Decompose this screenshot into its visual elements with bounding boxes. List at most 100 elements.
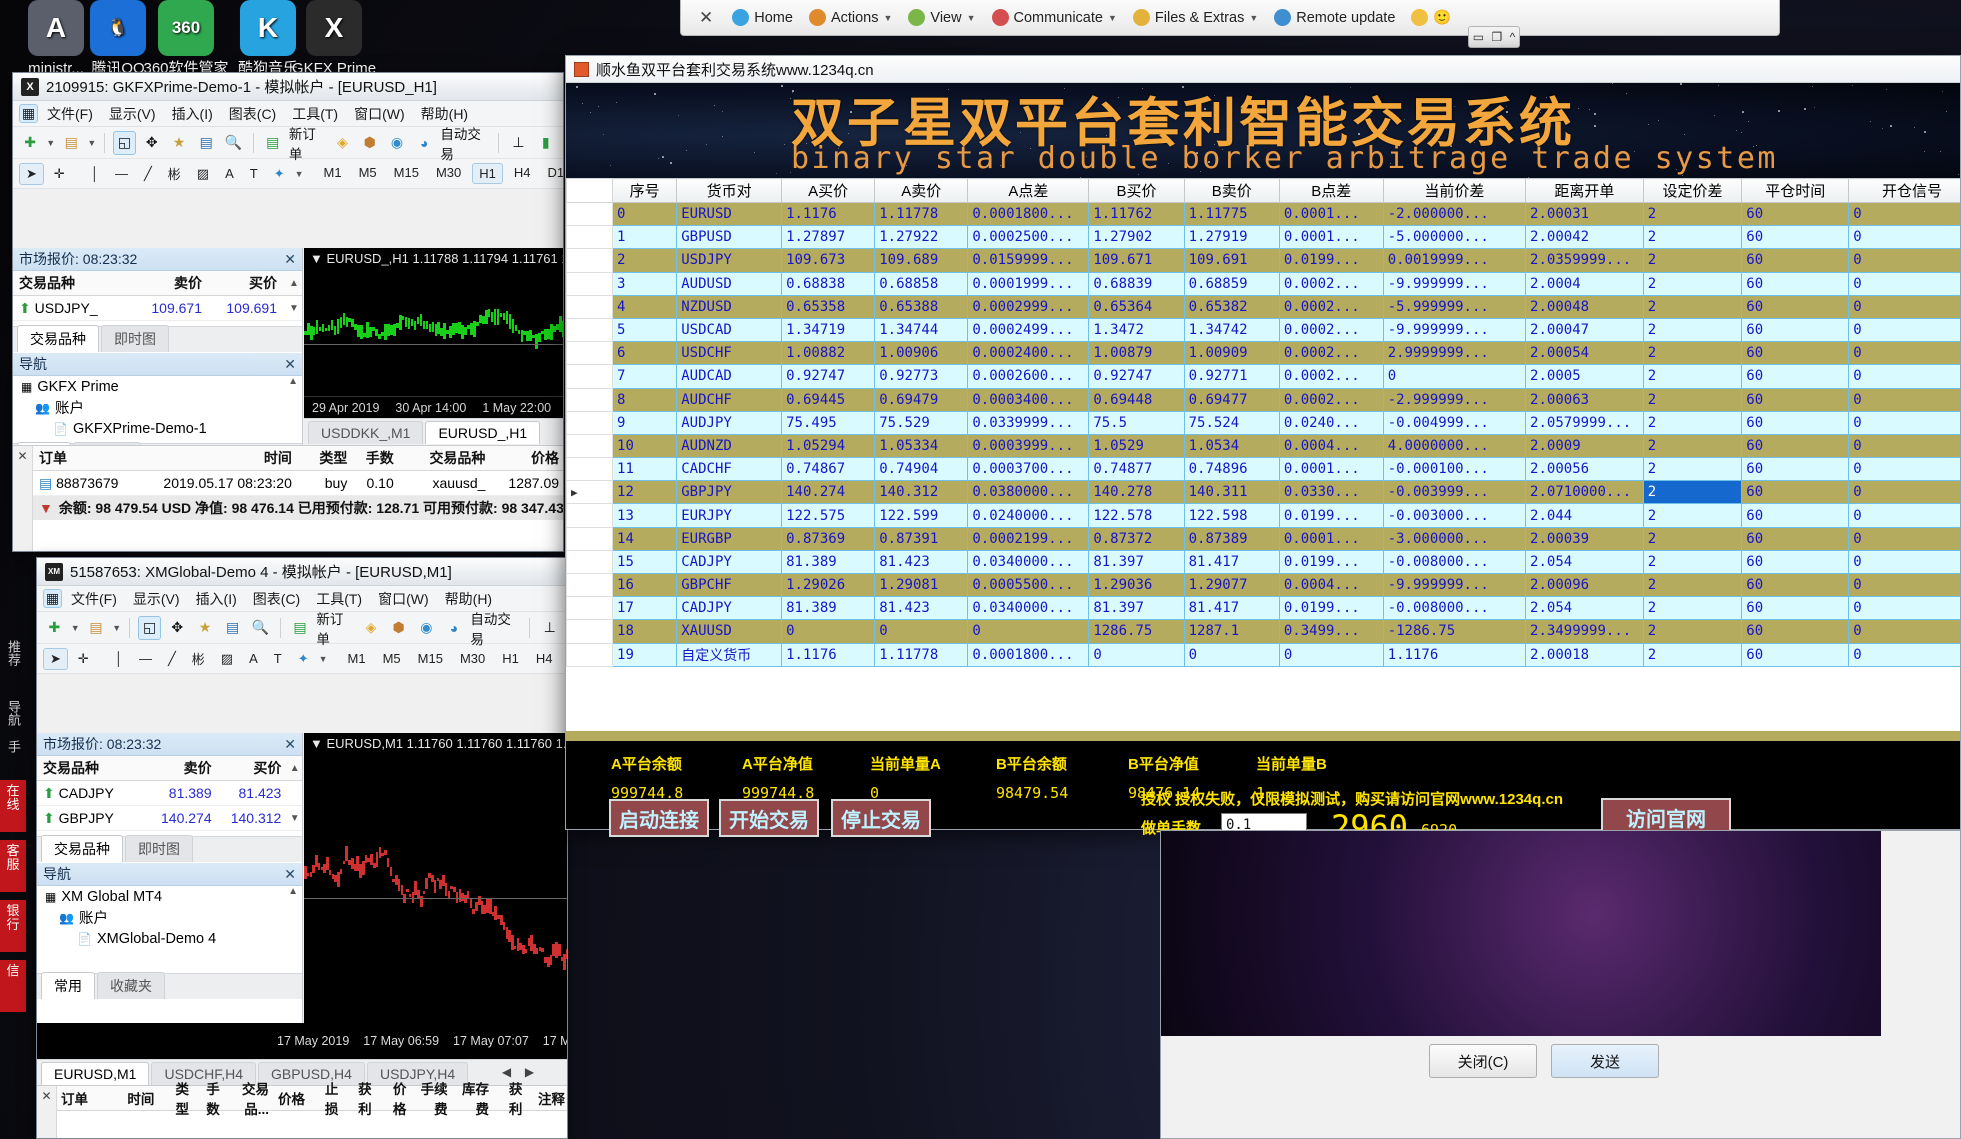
- toolbar-item-files-extras[interactable]: Files & Extras ▼: [1126, 5, 1265, 30]
- chevron-down-icon[interactable]: ▼: [310, 736, 323, 751]
- tab-symbols[interactable]: 交易品种: [17, 325, 99, 352]
- main-toolbar[interactable]: ✚ ▼ ▤ ▼ ◱ ✥ ★ ▤ 🔍 ▤ 新订单 ◈ ⬢ ◉ ◕ 自动交易 ⊥: [37, 612, 567, 647]
- a-navigator-item-1[interactable]: 👥 账户: [13, 397, 302, 418]
- side-widget-red-3[interactable]: 信: [0, 960, 26, 1012]
- column-header-5[interactable]: 价格: [491, 448, 563, 468]
- shapes-icon[interactable]: ✦: [292, 649, 315, 669]
- table-row[interactable]: 5 USDCAD 1.34719 1.34744 0.0002499... 1.3472 1…: [566, 317, 1960, 343]
- b-timeframe-M5[interactable]: M5: [377, 649, 407, 668]
- column-header-1[interactable]: 卖价: [133, 273, 208, 293]
- chart-tabs[interactable]: USDDKK_,M1 EURUSD_,H1: [304, 418, 563, 444]
- text-icon[interactable]: A: [219, 164, 240, 183]
- market-watch-grid[interactable]: 交易品种 卖价 买价 ▲ ⬆ CADJPY 81.389 81.423 ⬆ GBPJPY 140…: [37, 756, 302, 831]
- market-watch-tabs[interactable]: 交易品种 即时图: [13, 325, 302, 352]
- window-titlebar[interactable]: X 2109915: GKFXPrime-Demo-1 - 模拟帐户 - [EU…: [13, 73, 563, 101]
- tester-icon[interactable]: 🔍: [222, 131, 244, 155]
- table-row[interactable]: ▶ 12 GBPJPY 140.274 140.312 0.0380000... 140.2…: [566, 480, 1960, 505]
- fibonacci-icon[interactable]: 彬: [186, 647, 211, 670]
- trendline-icon[interactable]: ╱: [138, 164, 158, 184]
- autotrade-button[interactable]: 自动交易: [470, 608, 521, 648]
- candle-chart-icon[interactable]: ▮: [535, 131, 557, 155]
- row-marker[interactable]: [566, 225, 614, 250]
- side-widget-red-1[interactable]: 客服: [0, 840, 26, 892]
- row-marker[interactable]: ▶: [566, 480, 614, 505]
- expert-icon[interactable]: ⬢: [359, 131, 381, 155]
- column-header-8[interactable]: 价格: [376, 1078, 411, 1118]
- autotrade-button[interactable]: 自动交易: [440, 123, 490, 163]
- new-order-button[interactable]: 新订单: [316, 608, 354, 648]
- mt4-window-xm[interactable]: XM 51587653: XMGlobal-Demo 4 - 模拟帐户 - [E…: [36, 557, 568, 1139]
- column-header-9[interactable]: 手续费: [410, 1078, 451, 1118]
- desktop-icon-4[interactable]: X GKFX Prime: [278, 0, 390, 77]
- fibonacci-icon[interactable]: 彬: [162, 162, 187, 185]
- b-timeframe-H1[interactable]: H1: [496, 649, 525, 668]
- cursor-icon[interactable]: ➤: [43, 647, 68, 670]
- table-row[interactable]: 9 AUDJPY 75.495 75.529 0.0339999... 75.5 75.52…: [566, 410, 1960, 435]
- chevron-down-icon[interactable]: ▼: [967, 13, 976, 23]
- data-window-icon[interactable]: ★: [168, 131, 190, 155]
- selected-cell[interactable]: 2: [1642, 480, 1743, 505]
- profiles-icon[interactable]: ▤: [85, 616, 108, 640]
- scroll-up-icon[interactable]: ▲: [286, 278, 302, 289]
- column-header-7[interactable]: 获利: [342, 1078, 375, 1118]
- b-timeframe-M30[interactable]: M30: [454, 649, 491, 668]
- row-marker[interactable]: [566, 642, 614, 667]
- navigator-icon[interactable]: ✥: [166, 616, 189, 640]
- market-watch-tabs[interactable]: 交易品种 即时图: [37, 835, 302, 862]
- column-header-0[interactable]: 交易品种: [13, 273, 133, 293]
- minimize-icon[interactable]: ▭: [1473, 30, 1484, 44]
- drawing-and-timeframe-bar[interactable]: ➤ ✛ │ — ╱ 彬 ▨ A T ✦ ▼ M1M5M15M30H1H4D1W1: [37, 644, 567, 674]
- column-header-4[interactable]: 交易品种: [400, 448, 492, 468]
- terminal-icon[interactable]: ▤: [195, 131, 217, 155]
- terminal-icon[interactable]: ▤: [221, 616, 244, 640]
- chevron-down-icon[interactable]: ▼: [884, 13, 893, 23]
- crosshair-icon[interactable]: ✛: [72, 649, 95, 669]
- column-header-序号[interactable]: 序号: [612, 178, 678, 203]
- market-watch-row[interactable]: ⬆ USDJPY_ 109.671 109.691 ▼: [13, 296, 302, 321]
- toolbar-item--[interactable]: 🙂: [1404, 5, 1458, 30]
- column-header-2[interactable]: 类型: [158, 1078, 193, 1118]
- side-widget-gray-0[interactable]: 推荐: [4, 640, 23, 666]
- close-icon[interactable]: ✕: [284, 251, 296, 268]
- background-chat-window[interactable]: 关闭(C) 发送: [1160, 830, 1961, 1139]
- profiles-icon[interactable]: ▤: [60, 131, 82, 155]
- tab-common[interactable]: 常用: [41, 972, 95, 999]
- b-navigator-item-0[interactable]: ▦ XM Global MT4: [37, 886, 302, 907]
- column-header-当前价差[interactable]: 当前价差: [1382, 178, 1527, 203]
- row-marker[interactable]: [566, 572, 614, 598]
- chevron-down-icon[interactable]: ▼: [112, 623, 121, 633]
- close-icon[interactable]: ✕: [691, 8, 721, 28]
- table-row[interactable]: 3 AUDUSD 0.68838 0.68858 0.0001999... 0.68839…: [566, 271, 1960, 296]
- b-navigator-item-2[interactable]: 📄 XMGlobal-Demo 4: [37, 928, 302, 949]
- b-timeframe-M15[interactable]: M15: [412, 649, 449, 668]
- column-header-A卖价[interactable]: A卖价: [874, 178, 969, 203]
- drawing-and-timeframe-bar[interactable]: ➤ ✛ │ — ╱ 彬 ▨ A T ✦ ▼ M1M5M15M30H1H4D1W1: [13, 159, 563, 189]
- trendline-icon[interactable]: ╱: [162, 649, 182, 669]
- a-timeframe-D1[interactable]: D1: [542, 163, 564, 184]
- close-icon[interactable]: ✕: [284, 866, 296, 883]
- chevron-down-icon[interactable]: ▼: [295, 169, 304, 179]
- scroll-up-icon[interactable]: ▲: [288, 886, 298, 897]
- row-marker[interactable]: [566, 596, 614, 621]
- chevron-down-icon[interactable]: ▼: [1108, 13, 1117, 23]
- table-row[interactable]: 1 GBPUSD 1.27897 1.27922 0.0002500... 1.27902…: [566, 225, 1960, 250]
- row-marker[interactable]: [566, 341, 614, 366]
- chart-tab-eurusd[interactable]: EURUSD,M1: [41, 1062, 150, 1085]
- metaeditor-icon[interactable]: ◈: [331, 131, 353, 155]
- table-row[interactable]: 8 AUDCHF 0.69445 0.69479 0.0003400... 0.69448…: [566, 387, 1960, 412]
- arbitrage-titlebar[interactable]: 顺水鱼双平台套利交易系统www.1234q.cn: [566, 56, 1960, 83]
- start-connection-button[interactable]: 启动连接: [609, 799, 709, 837]
- column-header-3[interactable]: 手数: [193, 1078, 224, 1118]
- a-menu-窗口W[interactable]: 窗口(W): [347, 101, 412, 127]
- vertical-line-icon[interactable]: │: [109, 649, 129, 668]
- column-header-10[interactable]: 库存费: [452, 1078, 493, 1118]
- column-header-B点差[interactable]: B点差: [1278, 178, 1384, 203]
- a-menu-文件F[interactable]: 文件(F): [40, 101, 100, 127]
- scroll-up-icon[interactable]: ▲: [287, 763, 302, 774]
- column-header-设定价差[interactable]: 设定价差: [1642, 178, 1743, 203]
- new-order-icon[interactable]: ▤: [289, 616, 312, 640]
- stop-trading-button[interactable]: 停止交易: [831, 799, 931, 837]
- row-marker[interactable]: [566, 271, 614, 296]
- column-header-2[interactable]: 买价: [208, 273, 283, 293]
- start-trading-button[interactable]: 开始交易: [719, 799, 819, 837]
